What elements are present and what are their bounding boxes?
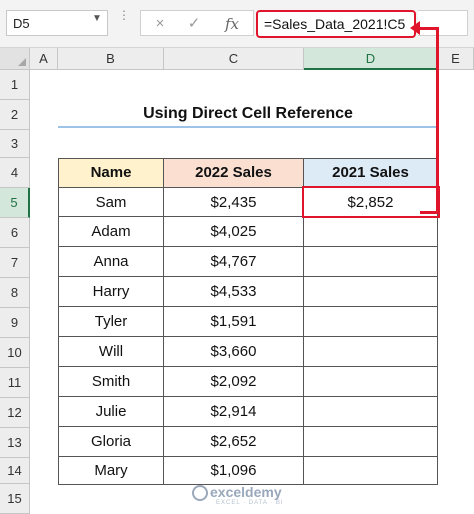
table-cell-name[interactable]: Adam	[58, 216, 164, 247]
formula-input-extension[interactable]	[418, 10, 468, 36]
table-cell-2022[interactable]: $1,096	[163, 456, 304, 485]
row-header-14[interactable]: 14	[0, 458, 30, 484]
sheet-title[interactable]: Using Direct Cell Reference	[58, 100, 438, 128]
table-cell-2022[interactable]: $3,660	[163, 336, 304, 367]
row-header-1[interactable]: 1	[0, 70, 30, 100]
table-cell-name[interactable]: Anna	[58, 246, 164, 277]
row-header-3[interactable]: 3	[0, 130, 30, 158]
watermark-tagline: EXCEL · DATA · BI	[216, 500, 284, 506]
table-cell-name[interactable]: Harry	[58, 276, 164, 307]
table-cell-2021[interactable]	[303, 456, 438, 485]
row-header-9[interactable]: 9	[0, 308, 30, 338]
column-headers: A B C D E	[0, 48, 474, 70]
enter-icon[interactable]: ✓	[181, 13, 207, 35]
table-cell-2021[interactable]	[303, 336, 438, 367]
table-cell-2022[interactable]: $1,591	[163, 306, 304, 337]
column-header-b[interactable]: B	[58, 48, 164, 70]
table-cell-name[interactable]: Sam	[58, 187, 164, 217]
formula-buttons: × ✓ fx	[140, 10, 254, 36]
table-cell-2021[interactable]	[303, 216, 438, 247]
reference-arrow-line	[436, 28, 439, 214]
table-cell-2021[interactable]	[303, 276, 438, 307]
row-header-7[interactable]: 7	[0, 248, 30, 278]
table-cell-2022[interactable]: $4,533	[163, 276, 304, 307]
formula-input[interactable]: =Sales_Data_2021!C5	[256, 10, 416, 38]
table-cell-name[interactable]: Will	[58, 336, 164, 367]
title-underline	[58, 126, 438, 128]
column-header-c[interactable]: C	[164, 48, 304, 70]
column-header-a[interactable]: A	[30, 48, 58, 70]
table-cell-2022[interactable]: $2,092	[163, 366, 304, 397]
insert-function-icon[interactable]: fx	[219, 13, 245, 35]
row-header-8[interactable]: 8	[0, 278, 30, 308]
table-cell-2022[interactable]: $2,652	[163, 426, 304, 457]
table-cell-name[interactable]: Tyler	[58, 306, 164, 337]
header-name[interactable]: Name	[58, 158, 164, 188]
row-header-4[interactable]: 4	[0, 158, 30, 188]
table-cell-2022[interactable]: $2,435	[163, 187, 304, 217]
column-header-d[interactable]: D	[304, 48, 438, 70]
reference-arrow-bottom	[420, 211, 439, 214]
table-cell-name[interactable]: Julie	[58, 396, 164, 427]
header-2022-sales[interactable]: 2022 Sales	[163, 158, 304, 188]
table-cell-2021[interactable]	[303, 246, 438, 277]
row-header-15[interactable]: 15	[0, 484, 30, 514]
table-cell-2021[interactable]	[303, 426, 438, 457]
name-box-dropdown-icon[interactable]: ▼	[92, 13, 106, 33]
row-header-13[interactable]: 13	[0, 428, 30, 458]
row-header-12[interactable]: 12	[0, 398, 30, 428]
table-cell-name[interactable]: Smith	[58, 366, 164, 397]
table-cell-name[interactable]: Gloria	[58, 426, 164, 457]
row-header-6[interactable]: 6	[0, 218, 30, 248]
row-header-11[interactable]: 11	[0, 368, 30, 398]
row-header-2[interactable]: 2	[0, 100, 30, 130]
cancel-icon[interactable]: ×	[147, 13, 173, 35]
table-cell-2021[interactable]	[303, 306, 438, 337]
arrow-head-icon	[410, 21, 420, 35]
table-cell-2022[interactable]: $4,025	[163, 216, 304, 247]
column-header-e[interactable]: E	[438, 48, 474, 70]
formula-bar-grip-icon[interactable]: ⋮	[118, 9, 130, 34]
table-cell-2022[interactable]: $4,767	[163, 246, 304, 277]
table-cell-name[interactable]: Mary	[58, 456, 164, 485]
select-all-icon	[18, 58, 26, 66]
header-2021-sales[interactable]: 2021 Sales	[303, 158, 438, 188]
table-cell-2021[interactable]	[303, 396, 438, 427]
row-header-10[interactable]: 10	[0, 338, 30, 368]
row-header-5[interactable]: 5	[0, 188, 30, 218]
table-cell-2022[interactable]: $2,914	[163, 396, 304, 427]
table-cell-2021[interactable]	[303, 366, 438, 397]
